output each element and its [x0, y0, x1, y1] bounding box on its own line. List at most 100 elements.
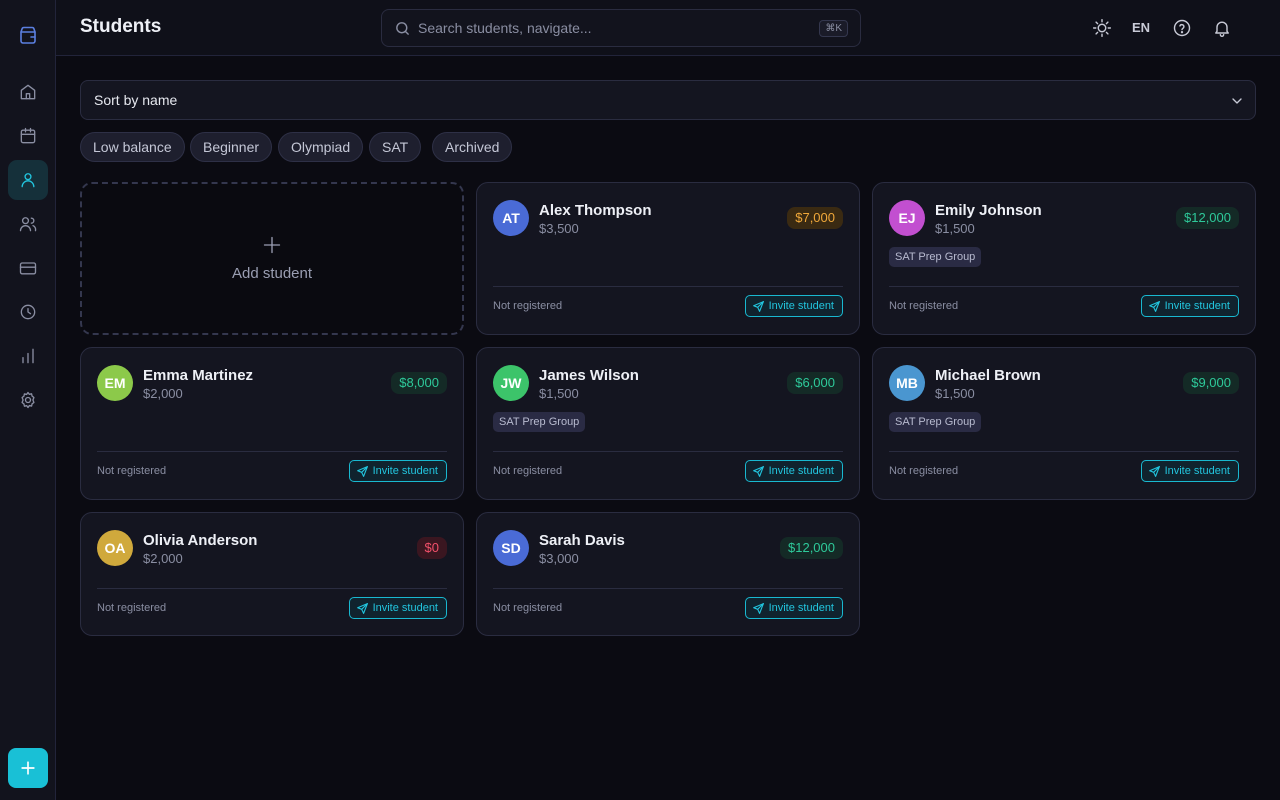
search-bar[interactable]: ⌘K: [381, 9, 861, 47]
send-icon: [752, 300, 764, 312]
invite-student-label: Invite student: [1164, 300, 1230, 312]
search-input[interactable]: [418, 18, 798, 38]
sidebar-item-students[interactable]: [8, 160, 48, 200]
registration-status: Not registered: [889, 465, 959, 477]
avatar: OA: [97, 530, 133, 566]
sidebar-item-settings[interactable]: [8, 380, 48, 420]
avatar: SD: [493, 530, 529, 566]
send-icon: [356, 465, 368, 477]
lesson-price: $1,500: [935, 221, 975, 236]
invite-student-button[interactable]: Invite student: [744, 295, 843, 317]
theme-toggle-button[interactable]: [1091, 17, 1113, 39]
wallet-logo-icon[interactable]: [16, 23, 40, 47]
invite-student-button[interactable]: Invite student: [744, 460, 843, 482]
filter-chip-beginner[interactable]: Beginner: [190, 132, 273, 162]
home-icon: [20, 84, 36, 100]
lesson-price: $2,000: [143, 551, 183, 566]
balance-badge: $6,000: [787, 372, 843, 394]
filter-chip-olympiad[interactable]: Olympiad: [278, 132, 364, 162]
sidebar-item-calendar[interactable]: [8, 116, 48, 156]
student-name: Emily Johnson: [935, 202, 1042, 219]
avatar: EM: [97, 365, 133, 401]
filter-chip-archived[interactable]: Archived: [432, 132, 513, 162]
group-tag: SAT Prep Group: [889, 412, 982, 432]
student-card[interactable]: EJ Emily Johnson $1,500 $12,000 SAT Prep…: [872, 182, 1256, 335]
sort-select-label: Sort by name: [94, 92, 178, 108]
divider: [97, 588, 447, 589]
plus-icon: [263, 236, 281, 254]
divider: [889, 286, 1239, 287]
student-card[interactable]: EM Emma Martinez $2,000 $8,000 Not regis…: [80, 347, 464, 500]
student-card[interactable]: JW James Wilson $1,500 $6,000 SAT Prep G…: [476, 347, 860, 500]
search-icon: [396, 22, 409, 35]
invite-student-label: Invite student: [768, 300, 834, 312]
sidebar-item-home[interactable]: [8, 72, 48, 112]
student-name: James Wilson: [539, 367, 639, 384]
filter-chip-sat[interactable]: SAT: [369, 132, 422, 162]
student-card[interactable]: MB Michael Brown $1,500 $9,000 SAT Prep …: [872, 347, 1256, 500]
help-button[interactable]: [1171, 17, 1193, 39]
student-icon: [21, 173, 35, 188]
top-header: Students ⌘K EN: [56, 0, 1280, 56]
student-card[interactable]: AT Alex Thompson $3,500 $7,000 Not regis…: [476, 182, 860, 335]
plus-icon: [21, 761, 35, 775]
bell-icon: [1215, 21, 1229, 37]
credit-card-icon: [19, 262, 37, 275]
invite-student-button[interactable]: Invite student: [348, 597, 447, 619]
add-student-card[interactable]: Add student: [80, 182, 464, 335]
registration-status: Not registered: [97, 465, 167, 477]
student-name: Michael Brown: [935, 367, 1041, 384]
sidebar-item-groups[interactable]: [8, 204, 48, 244]
student-card[interactable]: SD Sarah Davis $3,000 $12,000 Not regist…: [476, 512, 860, 636]
divider: [493, 286, 843, 287]
send-icon: [752, 465, 764, 477]
registration-status: Not registered: [493, 465, 563, 477]
divider: [889, 451, 1239, 452]
invite-student-button[interactable]: Invite student: [744, 597, 843, 619]
page-title: Students: [80, 16, 162, 37]
clock-icon: [20, 304, 36, 320]
language-selector[interactable]: EN: [1132, 20, 1150, 35]
bar-chart-icon: [22, 348, 34, 364]
registration-status: Not registered: [889, 300, 959, 312]
invite-student-button[interactable]: Invite student: [348, 460, 447, 482]
add-button[interactable]: [8, 748, 48, 788]
sidebar-item-analytics[interactable]: [8, 336, 48, 376]
sidebar-item-history[interactable]: [8, 292, 48, 332]
calendar-icon: [20, 127, 36, 144]
lesson-price: $1,500: [539, 386, 579, 401]
users-icon: [19, 217, 37, 232]
send-icon: [1148, 465, 1160, 477]
balance-badge: $8,000: [391, 372, 447, 394]
invite-student-button[interactable]: Invite student: [1140, 460, 1239, 482]
balance-badge: $9,000: [1183, 372, 1239, 394]
send-icon: [356, 602, 368, 614]
avatar: MB: [889, 365, 925, 401]
notifications-button[interactable]: [1211, 17, 1233, 39]
invite-student-label: Invite student: [768, 465, 834, 477]
student-name: Emma Martinez: [143, 367, 254, 384]
send-icon: [1148, 300, 1160, 312]
student-name: Olivia Anderson: [143, 532, 258, 549]
registration-status: Not registered: [493, 602, 563, 614]
balance-badge: $12,000: [1176, 207, 1239, 229]
lesson-price: $3,500: [539, 221, 579, 236]
add-student-label: Add student: [231, 265, 313, 282]
send-icon: [752, 602, 764, 614]
balance-badge: $12,000: [780, 537, 843, 559]
divider: [493, 451, 843, 452]
balance-badge: $7,000: [787, 207, 843, 229]
divider: [493, 588, 843, 589]
filter-chip-low-balance[interactable]: Low balance: [80, 132, 185, 162]
registration-status: Not registered: [97, 602, 167, 614]
sun-icon: [1092, 18, 1112, 38]
invite-student-label: Invite student: [768, 602, 834, 614]
avatar: EJ: [889, 200, 925, 236]
sidebar-item-payments[interactable]: [8, 248, 48, 288]
invite-student-button[interactable]: Invite student: [1140, 295, 1239, 317]
student-name: Alex Thompson: [539, 202, 652, 219]
lesson-price: $2,000: [143, 386, 183, 401]
student-card[interactable]: OA Olivia Anderson $2,000 $0 Not registe…: [80, 512, 464, 636]
sort-select[interactable]: Sort by name: [80, 80, 1256, 120]
group-tag: SAT Prep Group: [493, 412, 586, 432]
